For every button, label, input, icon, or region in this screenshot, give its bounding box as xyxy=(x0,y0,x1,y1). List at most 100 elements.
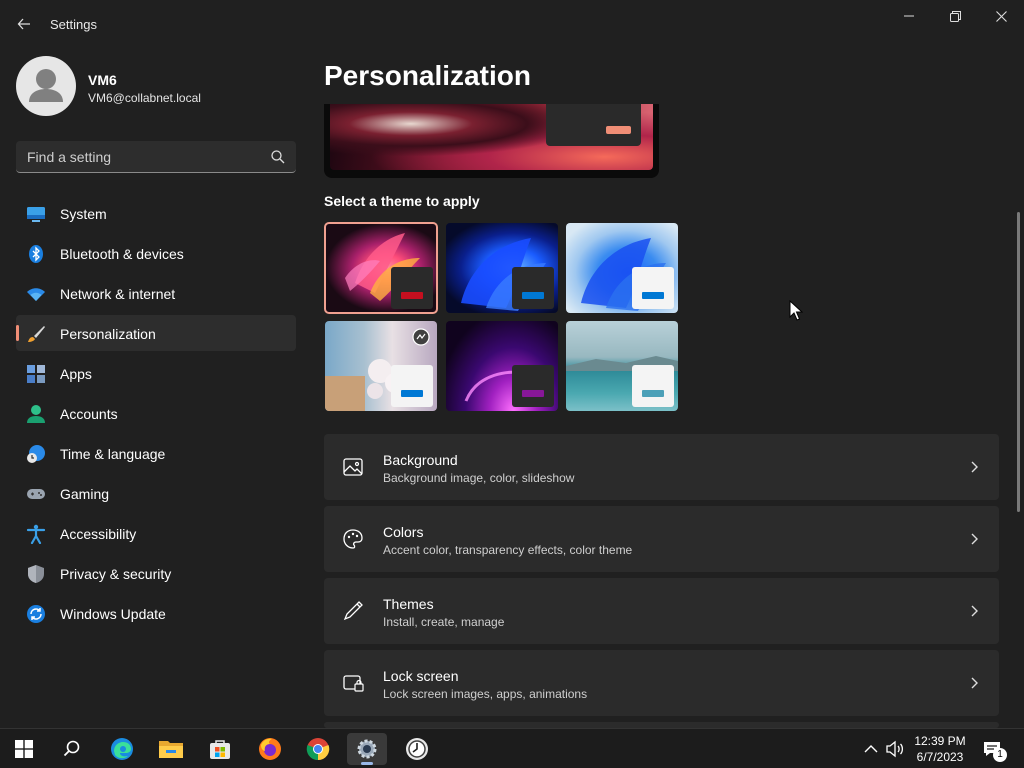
taskbar-clock[interactable]: 12:39 PM 6/7/2023 xyxy=(912,733,968,765)
taskbar-clock-app[interactable] xyxy=(397,733,437,765)
sidebar-item-privacy[interactable]: Privacy & security xyxy=(16,555,296,591)
sidebar-item-windows-update[interactable]: Windows Update xyxy=(16,595,296,631)
person-placeholder-icon xyxy=(29,69,63,102)
taskbar-settings[interactable] xyxy=(347,733,387,765)
close-icon xyxy=(995,10,1007,22)
sidebar-item-label: Time & language xyxy=(60,446,166,462)
theme-bloom-light[interactable] xyxy=(566,223,678,313)
minimize-button[interactable] xyxy=(886,0,932,32)
lock-screen-card[interactable]: Lock screen Lock screen images, apps, an… xyxy=(324,650,999,716)
card-subtitle: Background image, color, slideshow xyxy=(383,471,575,485)
restore-button[interactable] xyxy=(932,0,978,32)
brush-icon xyxy=(28,326,45,342)
chevron-right-icon xyxy=(971,605,978,617)
preview-accent-bar xyxy=(606,126,631,134)
mouse-cursor-icon xyxy=(789,300,803,321)
theme-lake[interactable] xyxy=(566,321,678,411)
search-input[interactable] xyxy=(16,141,256,172)
globe-clock-icon xyxy=(27,445,45,463)
theme-preview xyxy=(324,104,659,178)
search-box[interactable] xyxy=(16,141,296,173)
taskbar-edge[interactable] xyxy=(102,733,142,765)
taskbar-chrome[interactable] xyxy=(298,733,338,765)
theme-window-preview xyxy=(391,267,433,309)
theme-accent-bar xyxy=(522,292,544,299)
clock-app-icon xyxy=(406,738,428,760)
lock-screen-icon xyxy=(343,675,364,692)
card-subtitle: Lock screen images, apps, animations xyxy=(383,687,588,701)
user-profile[interactable]: VM6 VM6@collabnet.local xyxy=(16,56,296,118)
background-card[interactable]: Background Background image, color, slid… xyxy=(324,434,999,500)
start-button[interactable] xyxy=(4,733,44,765)
back-button[interactable] xyxy=(10,10,38,38)
update-icon xyxy=(27,605,45,623)
theme-window-preview xyxy=(632,365,674,407)
page-title: Personalization xyxy=(324,60,531,91)
taskbar-store[interactable] xyxy=(200,733,240,765)
theme-flowers[interactable] xyxy=(325,321,437,411)
sidebar-nav: System Bluetooth & devices Network & int… xyxy=(16,195,296,635)
sidebar-item-gaming[interactable]: Gaming xyxy=(16,475,296,511)
sidebar-item-label: Windows Update xyxy=(60,606,166,622)
chrome-icon xyxy=(306,738,330,761)
wifi-icon xyxy=(27,288,45,301)
sidebar-item-accounts[interactable]: Accounts xyxy=(16,395,296,431)
card-title: Colors xyxy=(383,524,424,540)
user-name: VM6 xyxy=(88,72,117,88)
sidebar-item-bluetooth[interactable]: Bluetooth & devices xyxy=(16,235,296,271)
sidebar-item-system[interactable]: System xyxy=(16,195,296,231)
sidebar-item-label: Personalization xyxy=(60,326,156,342)
search-icon[interactable] xyxy=(270,149,286,165)
theme-accent-bar xyxy=(522,390,544,397)
taskbar-firefox[interactable] xyxy=(250,733,290,765)
search-icon xyxy=(63,740,80,757)
card-title: Themes xyxy=(383,596,434,612)
gamepad-icon xyxy=(27,489,45,499)
shield-icon xyxy=(28,565,44,583)
accessibility-icon xyxy=(26,524,46,544)
scrollbar[interactable] xyxy=(1017,212,1020,512)
themes-card[interactable]: Themes Install, create, manage xyxy=(324,578,999,644)
speaker-icon[interactable] xyxy=(885,739,905,759)
theme-window-preview xyxy=(632,267,674,309)
chevron-right-icon xyxy=(971,677,978,689)
theme-window-preview xyxy=(391,365,433,407)
sidebar-item-label: Accessibility xyxy=(60,526,137,542)
sidebar-item-label: Apps xyxy=(60,366,92,382)
monitor-icon xyxy=(27,207,45,222)
theme-glow[interactable] xyxy=(324,222,438,314)
theme-bloom-dark[interactable] xyxy=(446,223,558,313)
theme-accent-bar xyxy=(642,390,664,397)
sidebar-item-label: System xyxy=(60,206,107,222)
chevron-right-icon xyxy=(971,533,978,545)
person-icon xyxy=(27,405,45,423)
folder-icon xyxy=(159,741,183,758)
taskbar-file-explorer[interactable] xyxy=(151,733,191,765)
theme-purple-glow[interactable] xyxy=(446,321,558,411)
apps-icon xyxy=(27,365,45,383)
store-icon xyxy=(210,740,230,759)
sidebar-item-label: Network & internet xyxy=(60,286,176,302)
image-icon xyxy=(343,458,363,476)
card-title: Background xyxy=(383,452,458,468)
sidebar-item-apps[interactable]: Apps xyxy=(16,355,296,391)
sidebar-item-accessibility[interactable]: Accessibility xyxy=(16,515,296,551)
card-title: Lock screen xyxy=(383,668,459,684)
sidebar-item-personalization[interactable]: Personalization xyxy=(16,315,296,351)
palette-icon xyxy=(343,529,363,549)
avatar xyxy=(16,56,76,116)
sidebar-item-network[interactable]: Network & internet xyxy=(16,275,296,311)
colors-card[interactable]: Colors Accent color, transparency effect… xyxy=(324,506,999,572)
edge-icon xyxy=(111,738,133,760)
card-subtitle: Install, create, manage xyxy=(383,615,505,629)
firefox-icon xyxy=(259,738,281,760)
bluetooth-icon xyxy=(29,245,43,263)
taskbar-search-button[interactable] xyxy=(52,733,92,765)
app-title: Settings xyxy=(50,17,97,32)
chevron-up-icon[interactable] xyxy=(861,739,881,759)
chevron-right-icon xyxy=(971,461,978,473)
sidebar-item-time-language[interactable]: Time & language xyxy=(16,435,296,471)
close-button[interactable] xyxy=(978,0,1024,32)
theme-accent-bar xyxy=(642,292,664,299)
theme-accent-bar xyxy=(401,390,423,397)
